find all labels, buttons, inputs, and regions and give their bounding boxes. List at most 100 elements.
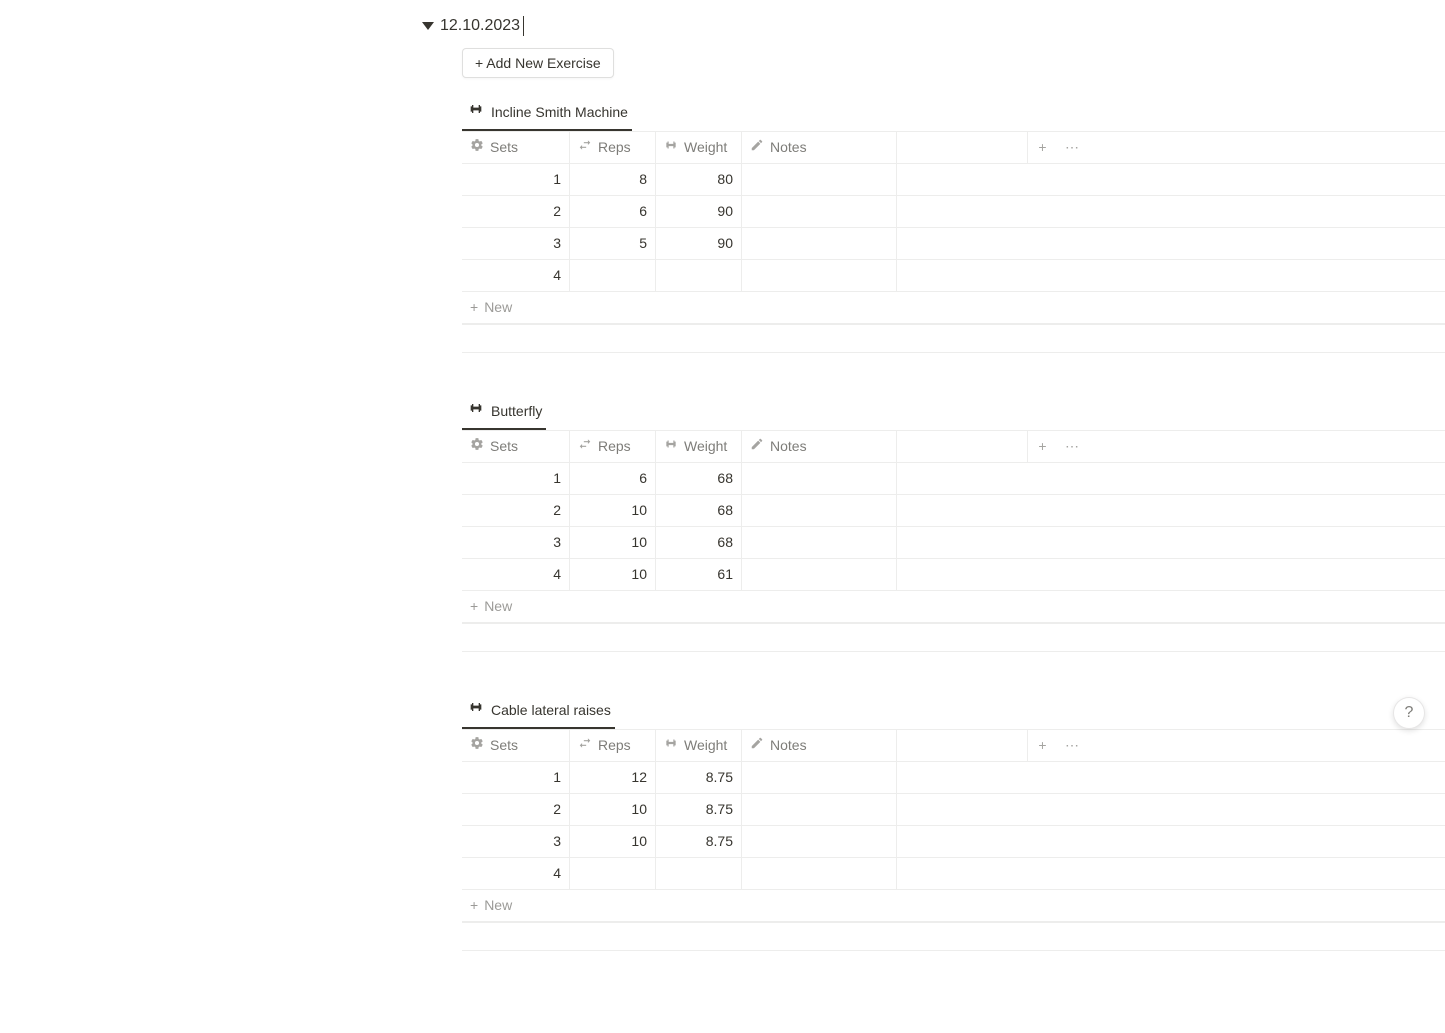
cell-weight[interactable]: 68: [656, 527, 742, 558]
cell-weight[interactable]: 68: [656, 495, 742, 526]
column-header-notes[interactable]: Notes: [742, 132, 897, 163]
cell-empty[interactable]: [897, 196, 1027, 227]
cell-reps[interactable]: 10: [570, 527, 656, 558]
cell-notes[interactable]: [742, 495, 897, 526]
table-row[interactable]: 3 10 8.75: [462, 825, 1445, 857]
cell-weight[interactable]: 80: [656, 164, 742, 195]
cell-weight[interactable]: 61: [656, 559, 742, 590]
cell-reps[interactable]: 8: [570, 164, 656, 195]
cell-weight[interactable]: 8.75: [656, 762, 742, 793]
cell-reps[interactable]: 10: [570, 826, 656, 857]
cell-set[interactable]: 3: [462, 826, 570, 857]
cell-reps[interactable]: [570, 858, 656, 889]
cell-weight[interactable]: 90: [656, 196, 742, 227]
column-header-weight[interactable]: Weight: [656, 730, 742, 761]
cell-set[interactable]: 2: [462, 495, 570, 526]
table-row[interactable]: 3 10 68: [462, 526, 1445, 558]
cell-reps[interactable]: 5: [570, 228, 656, 259]
exercise-tab[interactable]: Incline Smith Machine: [462, 96, 632, 131]
cell-set[interactable]: 1: [462, 762, 570, 793]
cell-empty[interactable]: [897, 559, 1027, 590]
table-row[interactable]: 4: [462, 259, 1445, 291]
cell-weight[interactable]: 68: [656, 463, 742, 494]
cell-empty[interactable]: [897, 463, 1027, 494]
cell-set[interactable]: 4: [462, 559, 570, 590]
cell-empty[interactable]: [897, 527, 1027, 558]
column-header-sets[interactable]: Sets: [462, 730, 570, 761]
cell-empty[interactable]: [897, 826, 1027, 857]
table-row[interactable]: 1 8 80: [462, 163, 1445, 195]
new-row-button[interactable]: +New: [462, 889, 1445, 922]
more-options-button[interactable]: ⋯: [1057, 431, 1087, 462]
add-column-button[interactable]: +: [1027, 730, 1057, 761]
cell-empty[interactable]: [897, 260, 1027, 291]
table-row[interactable]: 1 6 68: [462, 462, 1445, 494]
cell-notes[interactable]: [742, 228, 897, 259]
cell-set[interactable]: 1: [462, 164, 570, 195]
more-options-button[interactable]: ⋯: [1057, 730, 1087, 761]
cell-reps[interactable]: 10: [570, 794, 656, 825]
cell-reps[interactable]: 10: [570, 559, 656, 590]
cell-reps[interactable]: [570, 260, 656, 291]
column-header-weight[interactable]: Weight: [656, 431, 742, 462]
cell-weight[interactable]: 90: [656, 228, 742, 259]
cell-reps[interactable]: 6: [570, 463, 656, 494]
new-row-button[interactable]: +New: [462, 291, 1445, 324]
toggle-triangle-icon[interactable]: [422, 22, 434, 30]
cell-notes[interactable]: [742, 794, 897, 825]
table-row[interactable]: 4: [462, 857, 1445, 889]
cell-set[interactable]: 4: [462, 260, 570, 291]
cell-reps[interactable]: 6: [570, 196, 656, 227]
column-header-weight[interactable]: Weight: [656, 132, 742, 163]
cell-weight[interactable]: [656, 260, 742, 291]
cell-set[interactable]: 4: [462, 858, 570, 889]
table-row[interactable]: 2 10 8.75: [462, 793, 1445, 825]
cell-notes[interactable]: [742, 463, 897, 494]
column-header-reps[interactable]: Reps: [570, 730, 656, 761]
cell-notes[interactable]: [742, 762, 897, 793]
date-title[interactable]: 12.10.2023: [440, 14, 524, 38]
cell-empty[interactable]: [897, 762, 1027, 793]
cell-notes[interactable]: [742, 164, 897, 195]
cell-notes[interactable]: [742, 826, 897, 857]
cell-notes[interactable]: [742, 196, 897, 227]
column-header-sets[interactable]: Sets: [462, 132, 570, 163]
cell-empty[interactable]: [897, 228, 1027, 259]
cell-notes[interactable]: [742, 858, 897, 889]
cell-set[interactable]: 2: [462, 196, 570, 227]
table-row[interactable]: 2 6 90: [462, 195, 1445, 227]
cell-reps[interactable]: 12: [570, 762, 656, 793]
help-button[interactable]: ?: [1393, 697, 1425, 729]
cell-weight[interactable]: 8.75: [656, 826, 742, 857]
exercise-tab[interactable]: Cable lateral raises: [462, 694, 615, 729]
cell-set[interactable]: 2: [462, 794, 570, 825]
cell-empty[interactable]: [897, 858, 1027, 889]
cell-weight[interactable]: 8.75: [656, 794, 742, 825]
more-options-button[interactable]: ⋯: [1057, 132, 1087, 163]
add-column-button[interactable]: +: [1027, 431, 1057, 462]
cell-set[interactable]: 3: [462, 228, 570, 259]
cell-weight[interactable]: [656, 858, 742, 889]
table-row[interactable]: 3 5 90: [462, 227, 1445, 259]
cell-notes[interactable]: [742, 559, 897, 590]
cell-reps[interactable]: 10: [570, 495, 656, 526]
cell-empty[interactable]: [897, 495, 1027, 526]
table-row[interactable]: 4 10 61: [462, 558, 1445, 590]
add-column-button[interactable]: +: [1027, 132, 1057, 163]
cell-notes[interactable]: [742, 260, 897, 291]
add-exercise-button[interactable]: + Add New Exercise: [462, 48, 614, 78]
column-header-reps[interactable]: Reps: [570, 431, 656, 462]
cell-set[interactable]: 1: [462, 463, 570, 494]
cell-notes[interactable]: [742, 527, 897, 558]
column-header-sets[interactable]: Sets: [462, 431, 570, 462]
column-header-notes[interactable]: Notes: [742, 431, 897, 462]
cell-empty[interactable]: [897, 794, 1027, 825]
column-header-notes[interactable]: Notes: [742, 730, 897, 761]
table-row[interactable]: 2 10 68: [462, 494, 1445, 526]
new-row-button[interactable]: +New: [462, 590, 1445, 623]
cell-set[interactable]: 3: [462, 527, 570, 558]
exercise-tab[interactable]: Butterfly: [462, 395, 546, 430]
table-row[interactable]: 1 12 8.75: [462, 761, 1445, 793]
cell-empty[interactable]: [897, 164, 1027, 195]
column-header-reps[interactable]: Reps: [570, 132, 656, 163]
